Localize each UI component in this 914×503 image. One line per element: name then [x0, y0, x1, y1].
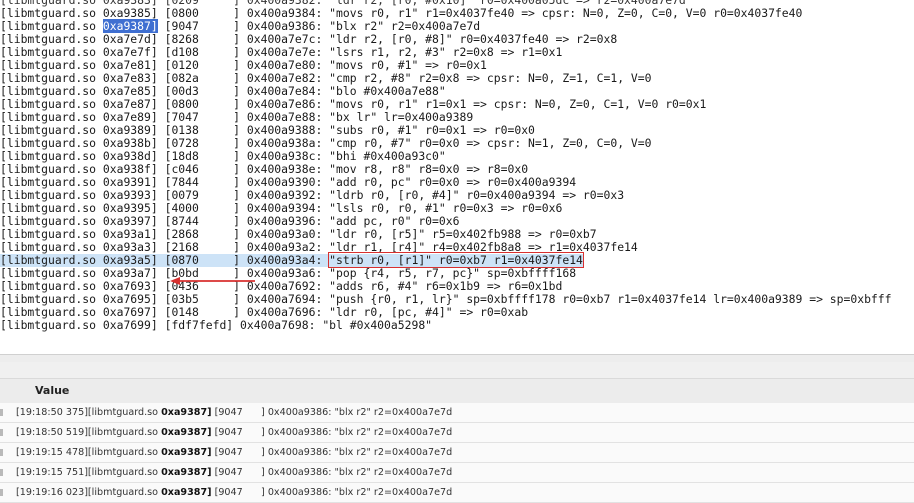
result-row[interactable]: [19:19:15 751][libmtguard.so 0xa9387] [9…	[0, 463, 914, 483]
row-marker	[0, 409, 3, 416]
trace-line-text: [libmtguard.so 0xa7e7d] [8268 ] 0x400a7e…	[0, 32, 618, 46]
result-prefix: [19:19:16 023][libmtguard.so	[16, 487, 162, 498]
row-marker	[0, 469, 3, 476]
trace-line-text: [libmtguard.so 0xa93a1] [2868 ] 0x400a93…	[0, 227, 597, 241]
trace-line[interactable]: [libmtguard.so 0xa7699] [fdf7fefd] 0x400…	[0, 319, 432, 332]
row-marker	[0, 429, 3, 436]
trace-line-text: [libmtguard.so 0xa7e89] [7047 ] 0x400a7e…	[0, 110, 474, 124]
result-prefix: [19:19:15 478][libmtguard.so	[16, 447, 162, 458]
trace-line-text: [libmtguard.so 0xa938f] [c046 ] 0x400a93…	[0, 162, 529, 176]
result-address: 0xa9387]	[161, 407, 212, 418]
result-row[interactable]: [19:19:15 478][libmtguard.so 0xa9387] [9…	[0, 443, 914, 463]
trace-line-text: [libmtguard.so 0xa7699] [fdf7fefd] 0x400…	[0, 318, 433, 332]
search-match-highlight: 0xa9387]	[102, 19, 158, 33]
trace-line-text: [libmtguard.so 0xa7e85] [00d3 ] 0x400a7e…	[0, 84, 446, 98]
result-address: 0xa9387]	[161, 427, 212, 438]
trace-line-text: [libmtguard.so 0xa7693] [0436 ] 0x400a76…	[0, 279, 563, 293]
result-suffix: [9047 ] 0x400a9386: "blx r2" r2=0x400a7e…	[211, 447, 453, 458]
result-text: [19:19:15 478][libmtguard.so 0xa9387] [9…	[16, 443, 452, 462]
result-address: 0xa9387]	[161, 467, 212, 478]
trace-line-suffix: [9047 ] 0x400a9386: "blx r2" r2=0x400a7e…	[157, 19, 481, 33]
trace-line-text: [libmtguard.so 0xa7697] [0148 ] 0x400a76…	[0, 305, 529, 319]
annotated-instruction: "strb r0, [r1]" r0=0xb7 r1=0x4037fe14	[328, 252, 584, 268]
result-suffix: [9047 ] 0x400a9386: "blx r2" r2=0x400a7e…	[211, 427, 453, 438]
trace-line-text: [libmtguard.so 0xa9385] [0800 ] 0x400a93…	[0, 6, 803, 20]
result-row[interactable]: [19:18:50 519][libmtguard.so 0xa9387] [9…	[0, 423, 914, 443]
result-text: [19:19:16 023][libmtguard.so 0xa9387] [9…	[16, 483, 452, 502]
result-prefix: [19:19:15 751][libmtguard.so	[16, 467, 162, 478]
result-text: [19:18:50 519][libmtguard.so 0xa9387] [9…	[16, 423, 452, 442]
result-row[interactable]: [19:19:16 023][libmtguard.so 0xa9387] [9…	[0, 483, 914, 503]
result-address: 0xa9387]	[161, 487, 212, 498]
search-results-panel: Value [19:18:50 375][libmtguard.so 0xa93…	[0, 362, 914, 503]
row-marker	[0, 449, 3, 456]
trace-line-text: [libmtguard.so 0xa93a7] [b0bd ] 0x400a93…	[0, 266, 577, 280]
trace-line-text: [libmtguard.so 0xa9391] [7844 ] 0x400a93…	[0, 175, 577, 189]
trace-line-text: [libmtguard.so 0xa9389] [0138 ] 0x400a93…	[0, 123, 535, 137]
result-suffix: [9047 ] 0x400a9386: "blx r2" r2=0x400a7e…	[211, 487, 453, 498]
trace-line-text: [libmtguard.so 0xa9393] [0079 ] 0x400a93…	[0, 188, 625, 202]
trace-line-text: [libmtguard.so 0xa938d] [18d8 ] 0x400a93…	[0, 149, 446, 163]
trace-line-text: [libmtguard.so 0xa7e83] [082a ] 0x400a7e…	[0, 71, 652, 85]
value-column-header[interactable]: Value	[0, 378, 914, 404]
result-address: 0xa9387]	[161, 447, 212, 458]
trace-line-text: [libmtguard.so 0xa7e87] [0800 ] 0x400a7e…	[0, 97, 707, 111]
result-text: [19:18:50 375][libmtguard.so 0xa9387] [9…	[16, 403, 452, 422]
result-suffix: [9047 ] 0x400a9386: "blx r2" r2=0x400a7e…	[211, 467, 453, 478]
result-suffix: [9047 ] 0x400a9386: "blx r2" r2=0x400a7e…	[211, 407, 453, 418]
trace-line-text: [libmtguard.so 0xa7e7f] [d108 ] 0x400a7e…	[0, 45, 563, 59]
trace-line-text: [libmtguard.so 0xa9397] [8744 ] 0x400a93…	[0, 214, 460, 228]
result-prefix: [19:18:50 519][libmtguard.so	[16, 427, 162, 438]
trace-line-prefix: [libmtguard.so 0xa93a5] [0870 ] 0x400a93…	[0, 253, 330, 267]
result-prefix: [19:18:50 375][libmtguard.so	[16, 407, 162, 418]
panel-toolbar	[0, 362, 914, 378]
trace-line-text: [libmtguard.so 0xa9395] [4000 ] 0x400a93…	[0, 201, 563, 215]
value-column-label: Value	[35, 384, 70, 397]
trace-line-text: [libmtguard.so 0xa938b] [0728 ] 0x400a93…	[0, 136, 652, 150]
result-text: [19:19:15 751][libmtguard.so 0xa9387] [9…	[16, 463, 452, 482]
trace-line-text: [libmtguard.so 0xa93a3] [2168 ] 0x400a93…	[0, 240, 638, 254]
trace-line-text: [libmtguard.so 0xa7695] [03b5 ] 0x400a76…	[0, 292, 892, 306]
trace-line-text: [libmtguard.so 0xa7e81] [0120 ] 0x400a7e…	[0, 58, 487, 72]
row-marker	[0, 489, 3, 496]
trace-log-view[interactable]: [libmtguard.so 0xa9383] [0209 ] 0x400a93…	[0, 0, 914, 354]
result-row[interactable]: [19:18:50 375][libmtguard.so 0xa9387] [9…	[0, 403, 914, 423]
trace-line-prefix: [libmtguard.so	[0, 19, 103, 33]
